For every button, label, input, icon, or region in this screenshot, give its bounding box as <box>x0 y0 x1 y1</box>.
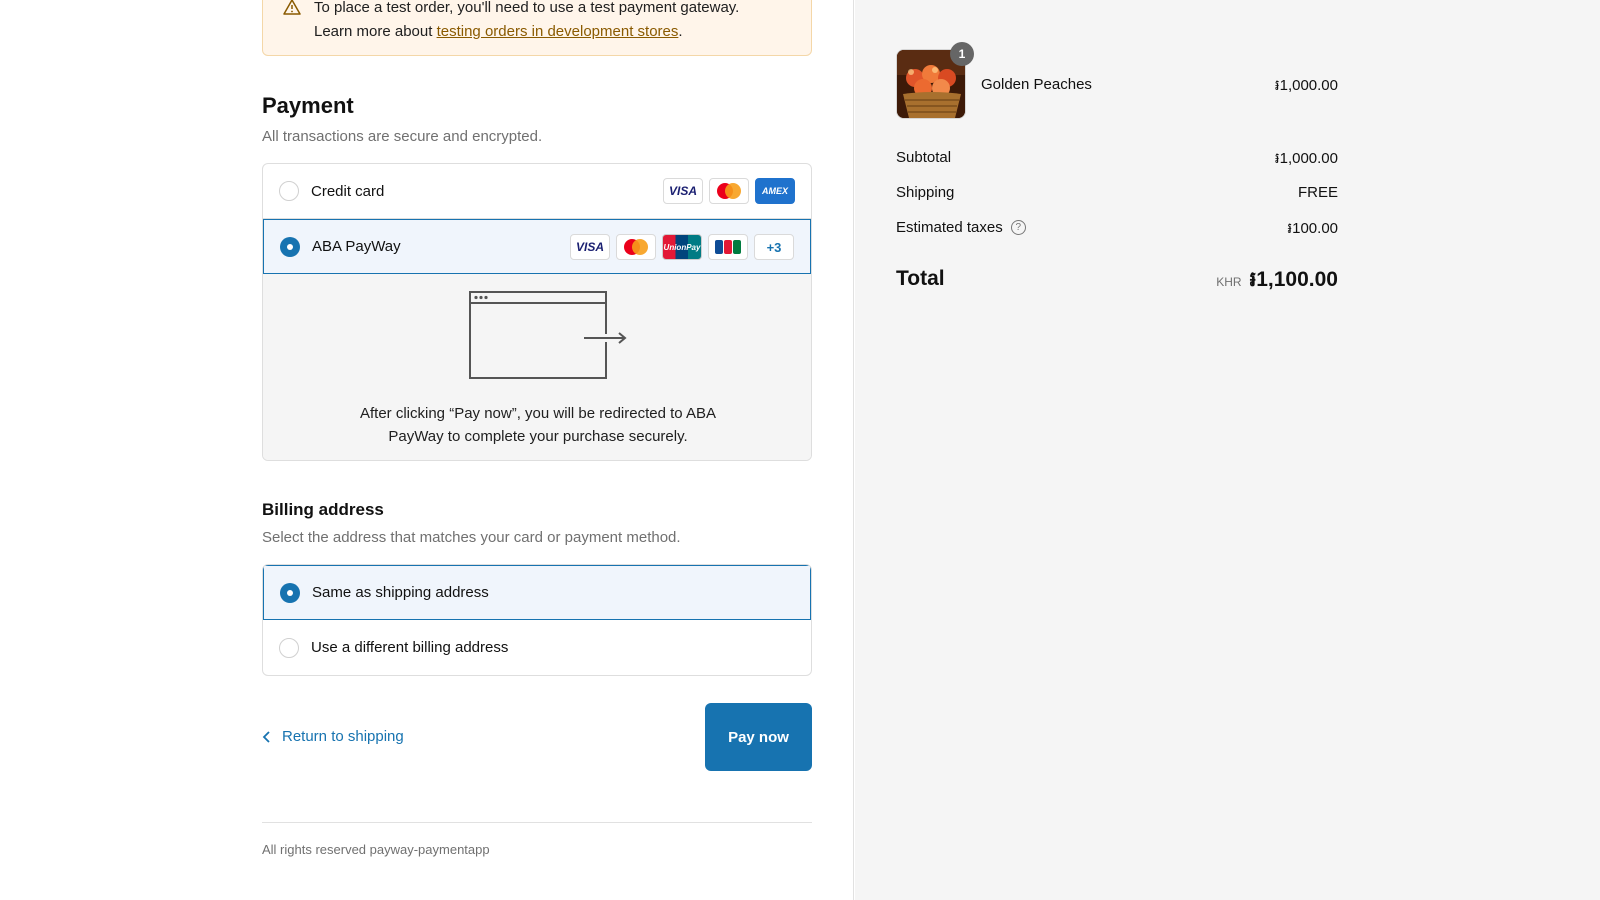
shipping-value: FREE <box>1297 184 1338 201</box>
payment-method-aba-payway[interactable]: ABA PayWay VISA UnionPay +3 <box>263 219 811 274</box>
different-address-label: Use a different billing address <box>311 639 509 656</box>
estimated-taxes-label: Estimated taxes <box>896 219 1003 236</box>
banner-line-2: Learn more about testing orders in devel… <box>314 23 683 40</box>
payment-method-credit-card[interactable]: Credit card VISA AMEX <box>263 164 811 219</box>
payment-subtitle: All transactions are secure and encrypte… <box>262 128 543 145</box>
subtotal-value: ៛1,000.00 <box>1274 150 1338 167</box>
aba-payway-brands: VISA UnionPay +3 <box>570 234 794 260</box>
billing-option-same-as-shipping[interactable]: Same as shipping address <box>263 565 811 620</box>
jcb-icon <box>708 234 748 260</box>
product-price: ៛1,000.00 <box>1274 77 1338 94</box>
unionpay-icon: UnionPay <box>662 234 702 260</box>
mastercard-icon <box>709 178 749 204</box>
checkout-main: To place a test order, you'll need to us… <box>0 0 854 900</box>
aba-payway-radio[interactable] <box>280 236 300 257</box>
aba-payway-label: ABA PayWay <box>312 238 401 255</box>
redirect-message: After clicking “Pay now”, you will be re… <box>360 405 716 445</box>
billing-subtitle: Select the address that matches your car… <box>262 529 681 546</box>
return-to-shipping-label: Return to shipping <box>282 728 404 745</box>
billing-heading: Billing address <box>262 500 384 519</box>
order-summary <box>855 0 1600 900</box>
total-amount: KHR ៛1,100.00 <box>1216 266 1338 297</box>
help-icon[interactable]: ? <box>1010 220 1026 235</box>
return-to-shipping-link[interactable]: Return to shipping <box>262 728 404 745</box>
estimated-taxes-row: Estimated taxes ? <box>896 219 1026 236</box>
visa-icon: VISA <box>663 178 703 204</box>
billing-option-different-address[interactable]: Use a different billing address <box>263 620 811 675</box>
chevron-left-icon <box>262 730 270 743</box>
amex-icon: AMEX <box>755 178 795 204</box>
browser-redirect-icon <box>469 291 627 379</box>
more-brands-badge: +3 <box>754 234 794 260</box>
total-label: Total <box>896 267 945 290</box>
same-as-shipping-label: Same as shipping address <box>312 584 489 601</box>
footer-divider <box>262 822 812 823</box>
billing-options: Same as shipping address Use a different… <box>262 564 812 676</box>
shipping-label: Shipping <box>896 184 955 201</box>
warning-icon <box>283 0 301 15</box>
testing-orders-link[interactable]: testing orders in development stores <box>437 23 679 40</box>
currency-code: KHR <box>1216 275 1242 289</box>
different-address-radio[interactable] <box>279 637 299 658</box>
subtotal-label: Subtotal <box>896 149 952 166</box>
payment-methods: Credit card VISA AMEX ABA PayWay VISA Un… <box>262 163 812 461</box>
visa-icon: VISA <box>570 234 610 260</box>
mastercard-icon <box>616 234 656 260</box>
estimated-taxes-value: ៛100.00 <box>1287 220 1338 237</box>
credit-card-label: Credit card <box>311 182 385 200</box>
pay-now-button[interactable]: Pay now <box>705 703 812 771</box>
payment-heading: Payment <box>262 93 354 118</box>
footer-text: All rights reserved payway-paymentapp <box>262 842 490 857</box>
product-name: Golden Peaches <box>981 76 1092 93</box>
test-order-warning-banner: To place a test order, you'll need to us… <box>262 0 812 56</box>
credit-card-radio[interactable] <box>279 181 299 201</box>
banner-line-1: To place a test order, you'll need to us… <box>314 0 740 16</box>
same-as-shipping-radio[interactable] <box>280 582 300 603</box>
credit-card-brands: VISA AMEX <box>663 178 795 204</box>
total-value: ៛1,100.00 <box>1249 268 1338 291</box>
redirect-info-panel: After clicking “Pay now”, you will be re… <box>263 274 811 460</box>
quantity-badge: 1 <box>950 42 974 66</box>
